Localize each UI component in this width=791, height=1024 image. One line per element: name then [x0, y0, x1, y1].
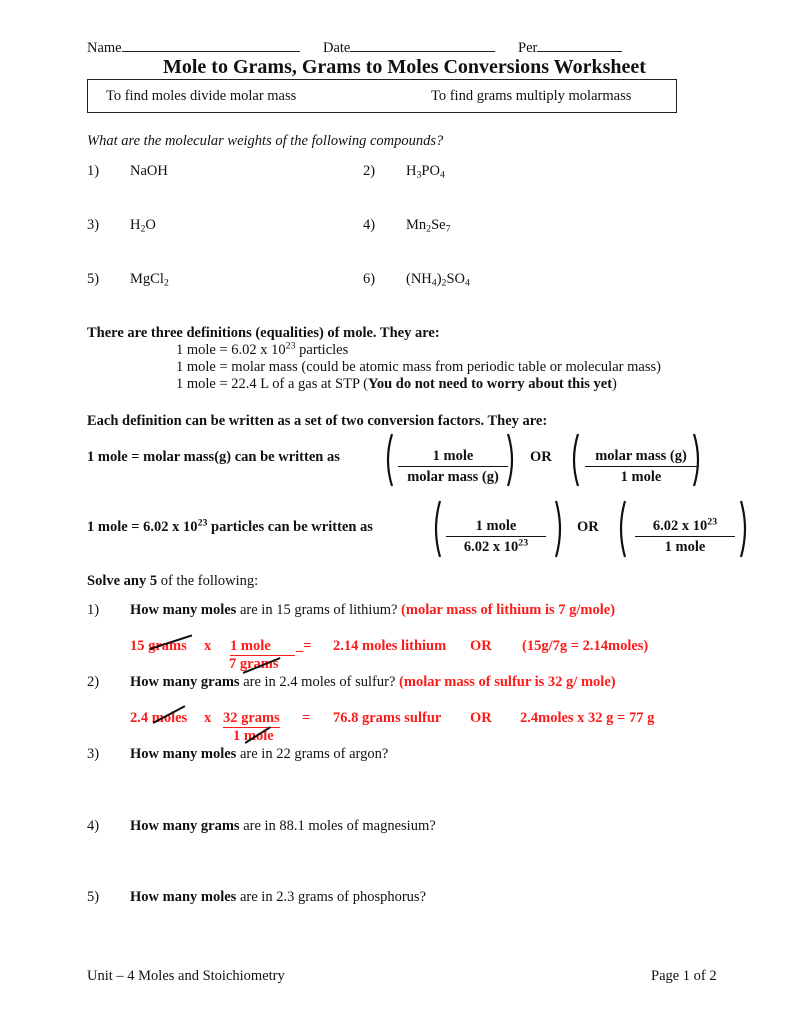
problem-question-text: are in 15 grams of lithium? [236, 602, 402, 618]
problem-hint: (molar mass of lithium is 7 g/mole) [401, 602, 616, 618]
answer-1-numerator: 1 mole [230, 638, 295, 656]
compound-number: 4) [363, 217, 376, 233]
molar-mass-conversion-label: 1 mole = molar mass(g) can be written as [87, 449, 340, 465]
problems-intro: Solve any 5 of the following: [87, 573, 259, 589]
answer-1-denominator: 7 grams [229, 656, 279, 672]
problem-number: 4) [87, 818, 100, 834]
or-label: OR [530, 449, 552, 465]
particles-conversion-label: 1 mole = 6.02 x 1023 particles can be wr… [87, 517, 373, 535]
problem-question-text: are in 22 grams of argon? [236, 746, 389, 762]
problem-number: 1) [87, 602, 100, 618]
answer-2-alt: 2.4moles x 32 g = 77 g [520, 710, 655, 726]
answer-2-equals: = [302, 710, 311, 726]
fraction-molar-mass-per-mole: molar mass (g) 1 mole [585, 448, 697, 486]
left-paren-icon [434, 500, 442, 558]
period-blank[interactable] [537, 38, 623, 52]
molecular-weights-prompt: What are the molecular weights of the fo… [87, 133, 444, 149]
problem-item: 2) How many grams are in 2.4 moles of sul… [87, 674, 616, 691]
left-paren-icon [386, 433, 394, 487]
problem-question-bold: How many grams [130, 674, 240, 690]
period-label: Per [518, 40, 538, 56]
left-paren-icon [619, 500, 627, 558]
definition-gas-stp: 1 mole = 22.4 L of a gas at STP (You do … [176, 376, 617, 392]
problem-number: 3) [87, 746, 100, 762]
or-label: OR [577, 519, 599, 535]
date-label: Date [323, 40, 351, 56]
left-paren-icon [572, 433, 580, 487]
tip-moles: To find moles divide molar mass [106, 88, 297, 104]
footer-unit: Unit – 4 Moles and Stoichiometry [87, 968, 285, 984]
fraction-mole-per-particles: 1 mole 6.02 x 1023 [446, 518, 546, 556]
period-field[interactable]: Per [518, 38, 623, 57]
problem-hint: (molar mass of sulfur is 32 g/ mole) [399, 674, 616, 690]
problem-question-text: are in 2.3 grams of phosphorus? [236, 889, 427, 905]
problem-number: 2) [87, 674, 100, 690]
tip-box: To find moles divide molar mass To find … [87, 79, 677, 113]
compound-formula: H2O [130, 217, 156, 235]
answer-2-times: x [204, 710, 212, 726]
definition-molar-mass: 1 mole = molar mass (could be atomic mas… [176, 359, 661, 375]
name-blank[interactable] [121, 38, 300, 52]
date-field[interactable]: Date [323, 38, 496, 57]
answer-2-result: 76.8 grams sulfur [333, 710, 442, 726]
problem-question-bold: How many moles [130, 602, 237, 618]
compound-formula: Mn2Se7 [406, 217, 451, 235]
fraction-particles-per-mole: 6.02 x 1023 1 mole [635, 517, 735, 556]
compound-number: 6) [363, 271, 376, 287]
fraction-mole-per-molar-mass: 1 mole molar mass (g) [398, 448, 508, 486]
compound-item: 4) Mn2Se7 [363, 217, 451, 234]
compound-formula: H3PO4 [406, 163, 445, 181]
right-paren-icon [554, 500, 562, 558]
name-field[interactable]: Name [87, 38, 300, 57]
right-paren-icon [506, 433, 514, 487]
problem-question-bold: How many moles [130, 889, 237, 905]
compound-item: 2) H3PO4 [363, 163, 445, 180]
problem-question-text: are in 2.4 moles of sulfur? [239, 674, 400, 690]
problem-question-bold: How many moles [130, 746, 237, 762]
problem-item: 3) How many moles are in 22 grams of argo… [87, 746, 388, 763]
definition-particles: 1 mole = 6.02 x 1023 particles [176, 340, 349, 358]
answer-2-or: OR [470, 710, 492, 726]
answer-1-or: OR [470, 638, 492, 654]
answer-1-alt: (15g/7g = 2.14moles) [522, 638, 649, 654]
answer-1-result: 2.14 moles lithium [333, 638, 447, 654]
tip-grams: To find grams multiply molarmass [431, 88, 632, 104]
compound-item: 6) (NH4)2SO4 [363, 271, 470, 288]
problem-question-bold: How many grams [130, 818, 240, 834]
date-blank[interactable] [350, 38, 496, 52]
answer-1-equals: _= [296, 638, 312, 654]
problem-question-text: are in 88.1 moles of magnesium? [239, 818, 436, 834]
compound-item: 1) NaOH [87, 163, 168, 180]
answer-2-numerator: 32 grams [223, 710, 280, 728]
name-label: Name [87, 40, 122, 56]
compound-formula: MgCl2 [130, 271, 169, 289]
answer-1-times: x [204, 638, 212, 654]
compound-formula: NaOH [130, 163, 168, 179]
footer-page-number: Page 1 of 2 [651, 968, 717, 984]
problem-item: 1) How many moles are in 15 grams of lith… [87, 602, 615, 619]
worksheet-title: Mole to Grams, Grams to Moles Conversion… [163, 56, 646, 78]
conversion-heading: Each definition can be written as a set … [87, 413, 548, 429]
compound-number: 1) [87, 163, 100, 179]
right-paren-icon [739, 500, 747, 558]
compound-number: 5) [87, 271, 100, 287]
compound-item: 3) H2O [87, 217, 156, 234]
compound-number: 2) [363, 163, 376, 179]
compound-item: 5) MgCl2 [87, 271, 169, 288]
compound-number: 3) [87, 217, 100, 233]
problem-number: 5) [87, 889, 100, 905]
compound-formula: (NH4)2SO4 [406, 271, 470, 289]
problem-item: 4) How many grams are in 88.1 moles of ma… [87, 818, 436, 835]
definitions-heading: There are three definitions (equalities)… [87, 325, 440, 341]
problem-item: 5) How many moles are in 2.3 grams of pho… [87, 889, 426, 906]
